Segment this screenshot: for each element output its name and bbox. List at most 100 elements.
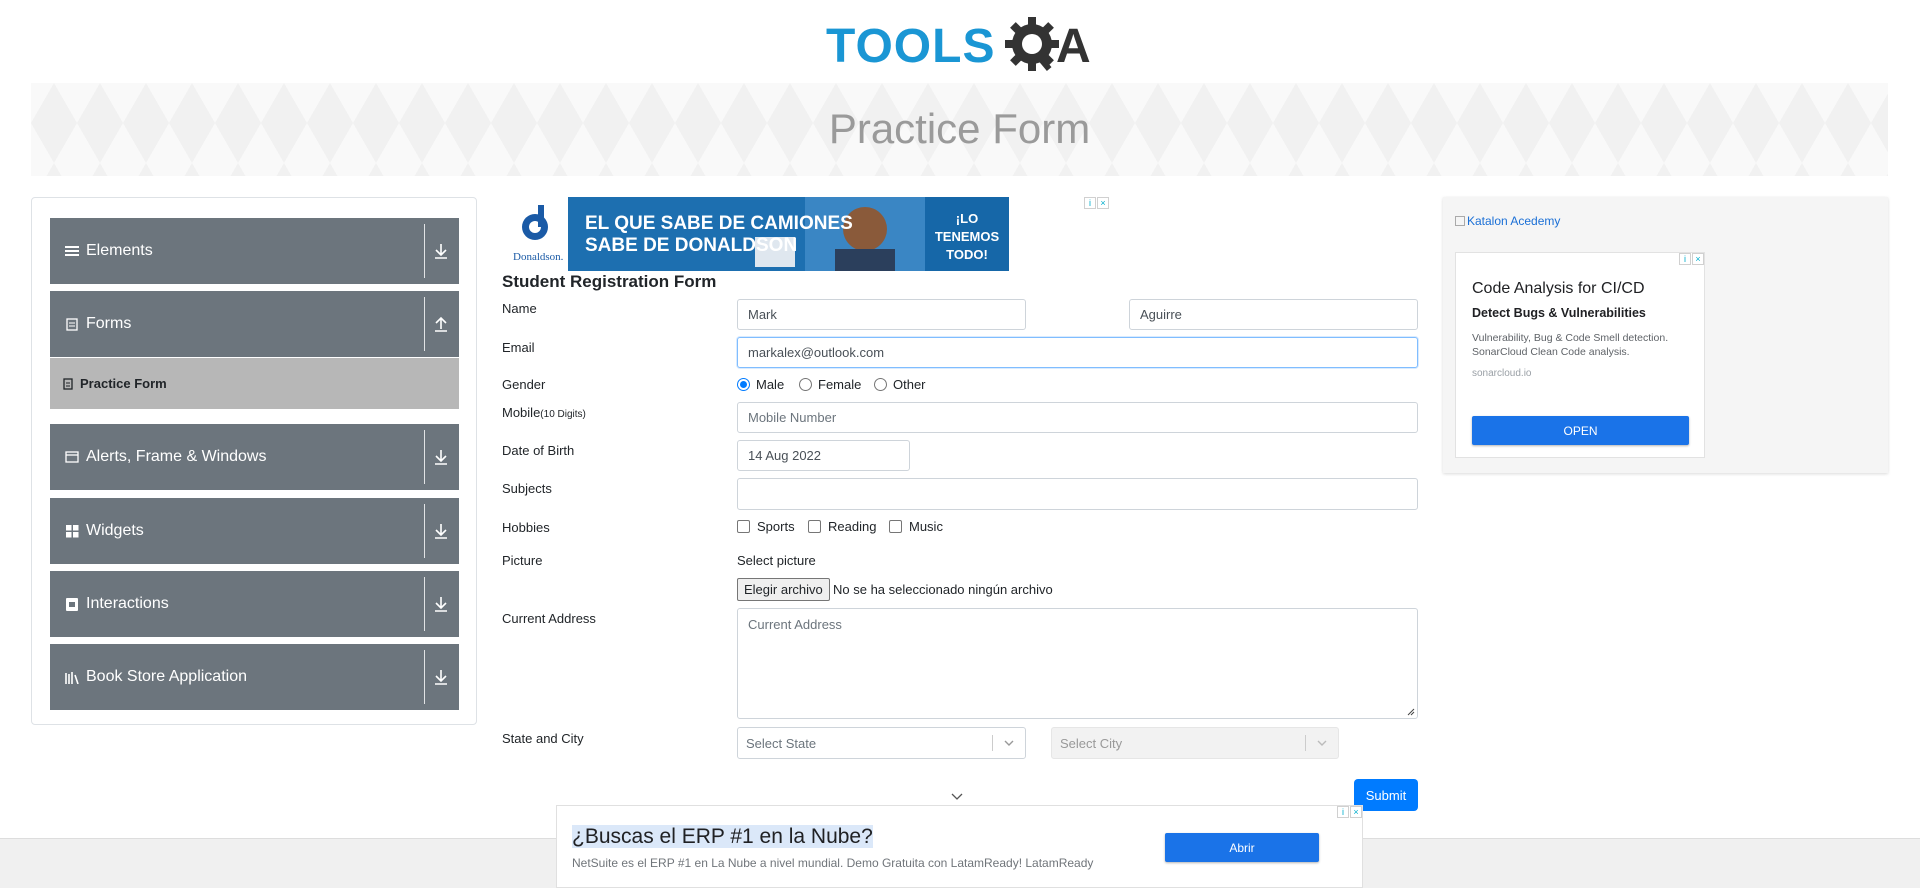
sidebar-group-label: Alerts, Frame & Windows — [86, 448, 267, 465]
window-icon — [64, 449, 80, 465]
svg-text:TENEMOS: TENEMOS — [935, 229, 1000, 244]
chevron-down-icon[interactable] — [1317, 740, 1327, 747]
hobby-checkbox-sports[interactable]: Sports — [737, 519, 795, 534]
ad-subtitle: Detect Bugs & Vulnerabilities — [1472, 306, 1646, 320]
right-ad-panel: Katalon Acedemy i × Code Analysis for CI/… — [1443, 197, 1888, 473]
picture-label: Picture — [502, 553, 543, 568]
download-icon[interactable] — [433, 242, 449, 260]
submit-button[interactable]: Submit — [1354, 779, 1418, 811]
bottom-ad-open-button[interactable]: Abrir — [1165, 833, 1319, 862]
name-label: Name — [502, 301, 537, 316]
first-name-input[interactable]: Mark — [737, 299, 1026, 330]
svg-text:TODO!: TODO! — [946, 247, 988, 262]
gear-icon — [1005, 17, 1059, 71]
form-title: Student Registration Form — [502, 272, 717, 291]
sidebar-group-elements[interactable]: Elements — [50, 218, 459, 285]
last-name-input[interactable]: Aguirre — [1129, 299, 1418, 330]
gender-radio-other[interactable]: Other — [874, 377, 926, 392]
checkbox-label: Sports — [757, 519, 795, 534]
donaldson-brand-text: Donaldson. — [513, 251, 564, 263]
download-icon[interactable] — [433, 668, 449, 686]
bottom-ad-headline: ¿Buscas el ERP #1 en la Nube? — [572, 825, 873, 848]
ad-choices-icon[interactable]: i × — [1679, 253, 1704, 265]
page-banner: Practice Form — [31, 83, 1888, 176]
hobby-checkbox-music[interactable]: Music — [889, 519, 943, 534]
hobbies-label: Hobbies — [502, 520, 550, 535]
left-sidebar: Elements Forms Practice Form Alerts, Fra… — [31, 197, 477, 725]
gender-radio-male[interactable]: Male — [737, 377, 784, 392]
sidebar-group-widgets[interactable]: Widgets — [50, 498, 459, 565]
checkbox[interactable] — [737, 520, 750, 533]
sidebar-group-label: Forms — [86, 315, 132, 332]
file-status-text: No se ha seleccionado ningún archivo — [833, 582, 1053, 597]
sidebar-group-label: Interactions — [86, 595, 169, 612]
current-address-textarea[interactable]: Current Address — [737, 608, 1418, 719]
sidebar-group-alerts[interactable]: Alerts, Frame & Windows — [50, 424, 459, 491]
ad-line-2: SABE DE DONALDSON — [585, 235, 797, 256]
email-input[interactable]: markalex@outlook.com — [737, 337, 1418, 368]
sidebar-item-label: Practice Form — [80, 376, 167, 391]
document-icon — [64, 316, 80, 332]
sonarcloud-ad[interactable]: i × Code Analysis for CI/CD Detect Bugs &… — [1455, 252, 1705, 458]
books-icon — [64, 669, 80, 685]
svg-text:¡LO: ¡LO — [956, 211, 978, 226]
address-placeholder: Current Address — [748, 617, 842, 632]
state-select[interactable]: Select State — [737, 727, 1026, 759]
download-icon[interactable] — [433, 522, 449, 540]
katalon-image-link[interactable]: Katalon Acedemy — [1455, 214, 1560, 228]
ad-choices-icon[interactable]: i × — [1337, 806, 1362, 818]
checkbox[interactable] — [889, 520, 902, 533]
ad-choices-icon[interactable]: i × — [1084, 197, 1109, 209]
menu-icon — [64, 243, 80, 259]
dob-label: Date of Birth — [502, 443, 575, 458]
sidebar-group-label: Elements — [86, 242, 153, 259]
radio-label: Other — [893, 377, 926, 392]
radio-label: Female — [818, 377, 862, 392]
logo-a-text: A — [1056, 20, 1091, 73]
select-picture-label: Select picture — [737, 553, 816, 568]
document-icon — [62, 377, 74, 390]
interactions-icon — [64, 596, 80, 612]
download-icon[interactable] — [433, 595, 449, 613]
sidebar-group-label: Book Store Application — [86, 668, 247, 685]
subjects-label: Subjects — [502, 481, 552, 496]
sidebar-group-interactions[interactable]: Interactions — [50, 571, 459, 638]
sidebar-group-forms[interactable]: Forms Practice Form — [50, 291, 459, 410]
download-icon[interactable] — [433, 448, 449, 466]
gender-radio-female[interactable]: Female — [799, 377, 861, 392]
ad-title: Code Analysis for CI/CD — [1472, 280, 1645, 297]
mobile-label: Mobile(10 Digits) — [502, 405, 586, 420]
chevron-down-icon[interactable] — [1004, 740, 1014, 747]
radio-button[interactable] — [799, 378, 812, 391]
mobile-input[interactable]: Mobile Number — [737, 402, 1418, 433]
checkbox-label: Music — [909, 519, 943, 534]
upload-icon[interactable] — [433, 315, 449, 333]
subjects-input[interactable] — [737, 478, 1418, 510]
chevron-down-icon[interactable] — [951, 793, 963, 801]
email-label: Email — [502, 340, 535, 355]
bottom-ad-banner[interactable]: i × ¿Buscas el ERP #1 en la Nube? NetSuit… — [556, 805, 1363, 888]
resize-handle-icon[interactable] — [1407, 708, 1415, 716]
radio-button[interactable] — [737, 378, 750, 391]
sidebar-group-label: Widgets — [86, 522, 144, 539]
hobby-checkbox-reading[interactable]: Reading — [808, 519, 876, 534]
city-placeholder: Select City — [1060, 735, 1123, 751]
ad-domain: sonarcloud.io — [1472, 368, 1532, 379]
sidebar-group-bookstore[interactable]: Book Store Application — [50, 644, 459, 711]
choose-file-button[interactable]: Elegir archivo — [737, 578, 830, 601]
top-ad-banner[interactable]: Donaldson. EL QUE SABE DE CAMIONES SABE … — [505, 197, 1109, 271]
bottom-ad-description: NetSuite es el ERP #1 en La Nube a nivel… — [572, 856, 1094, 870]
dob-input[interactable]: 14 Aug 2022 — [737, 440, 910, 471]
ad-open-button[interactable]: OPEN — [1472, 416, 1689, 445]
city-select[interactable]: Select City — [1051, 727, 1339, 759]
ad-line-1: EL QUE SABE DE CAMIONES — [585, 213, 853, 234]
sidebar-item-practice-form[interactable]: Practice Form — [50, 357, 459, 409]
checkbox-label: Reading — [828, 519, 877, 534]
state-city-label: State and City — [502, 731, 584, 746]
address-label: Current Address — [502, 611, 596, 626]
checkbox[interactable] — [808, 520, 821, 533]
broken-image-icon — [1455, 216, 1465, 226]
grid-icon — [64, 523, 80, 539]
toolsqa-logo[interactable]: TOOLS A — [826, 12, 1096, 76]
radio-button[interactable] — [874, 378, 887, 391]
